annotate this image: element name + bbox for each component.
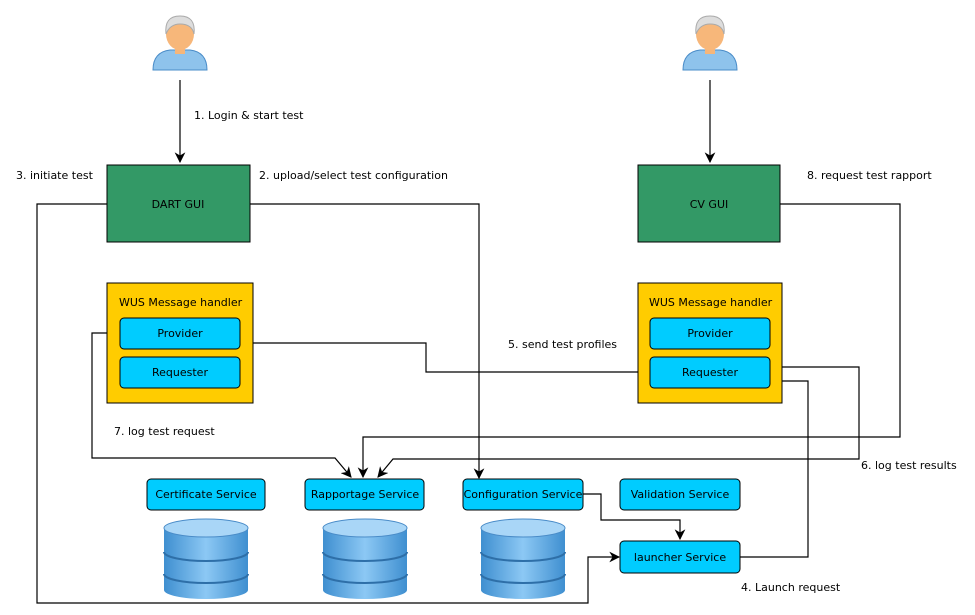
left-requester-label: Requester [152,366,208,379]
database-icon [163,518,249,600]
rapportage-service-label: Rapportage Service [311,488,420,501]
right-provider-label: Provider [687,327,733,340]
right-handler-title: WUS Message handler [649,296,773,309]
edge-label-5: 5. send test profiles [508,338,617,351]
right-requester-label: Requester [682,366,738,379]
edge-label-4: 4. Launch request [741,581,841,594]
edge-label-2: 2. upload/select test configuration [259,169,448,182]
database-icon [322,518,408,600]
edge-label-8: 8. request test rapport [807,169,932,182]
certificate-service-label: Certificate Service [155,488,257,501]
validation-service-label: Validation Service [631,488,730,501]
database-icon [480,518,566,600]
left-handler-title: WUS Message handler [119,296,243,309]
edge-request-rapport [357,203,901,479]
edge-label-1: 1. Login & start test [194,109,304,122]
dart-gui-label: DART GUI [152,198,205,211]
user-icon [682,15,738,71]
edge-launch-request [740,375,809,558]
edge-label-6: 6. log test results [861,459,957,472]
edge-label-3: 3. initiate test [16,169,94,182]
diagram: DART GUI CV GUI Provider Requester Provi… [0,0,975,615]
diagram-canvas: DART GUI CV GUI Provider Requester Provi… [16,15,957,604]
user-icon [152,15,208,71]
edge-log-test-results [377,366,860,478]
launcher-service-label: launcher Service [634,551,726,564]
left-provider-label: Provider [157,327,203,340]
configuration-service-label: Configuration Service [464,488,583,501]
edge-label-7: 7. log test request [114,425,215,438]
cv-gui-label: CV GUI [690,198,729,211]
